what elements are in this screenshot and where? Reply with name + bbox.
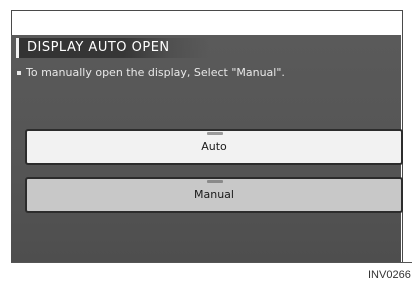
screen-title-bar: DISPLAY AUTO OPEN <box>16 38 209 58</box>
auto-indicator-icon <box>207 132 223 135</box>
manual-indicator-icon <box>207 180 223 183</box>
figure-reference: INV0266 <box>368 269 411 281</box>
manual-button[interactable]: Manual <box>25 177 403 213</box>
figure-bottom-rule <box>11 262 412 263</box>
screen-title: DISPLAY AUTO OPEN <box>27 40 170 55</box>
auto-button-label: Auto <box>201 140 227 153</box>
bullet-icon <box>17 71 21 75</box>
auto-button[interactable]: Auto <box>25 129 403 165</box>
manual-button-label: Manual <box>194 188 234 201</box>
instruction-text: To manually open the display, Select "Ma… <box>26 66 285 79</box>
